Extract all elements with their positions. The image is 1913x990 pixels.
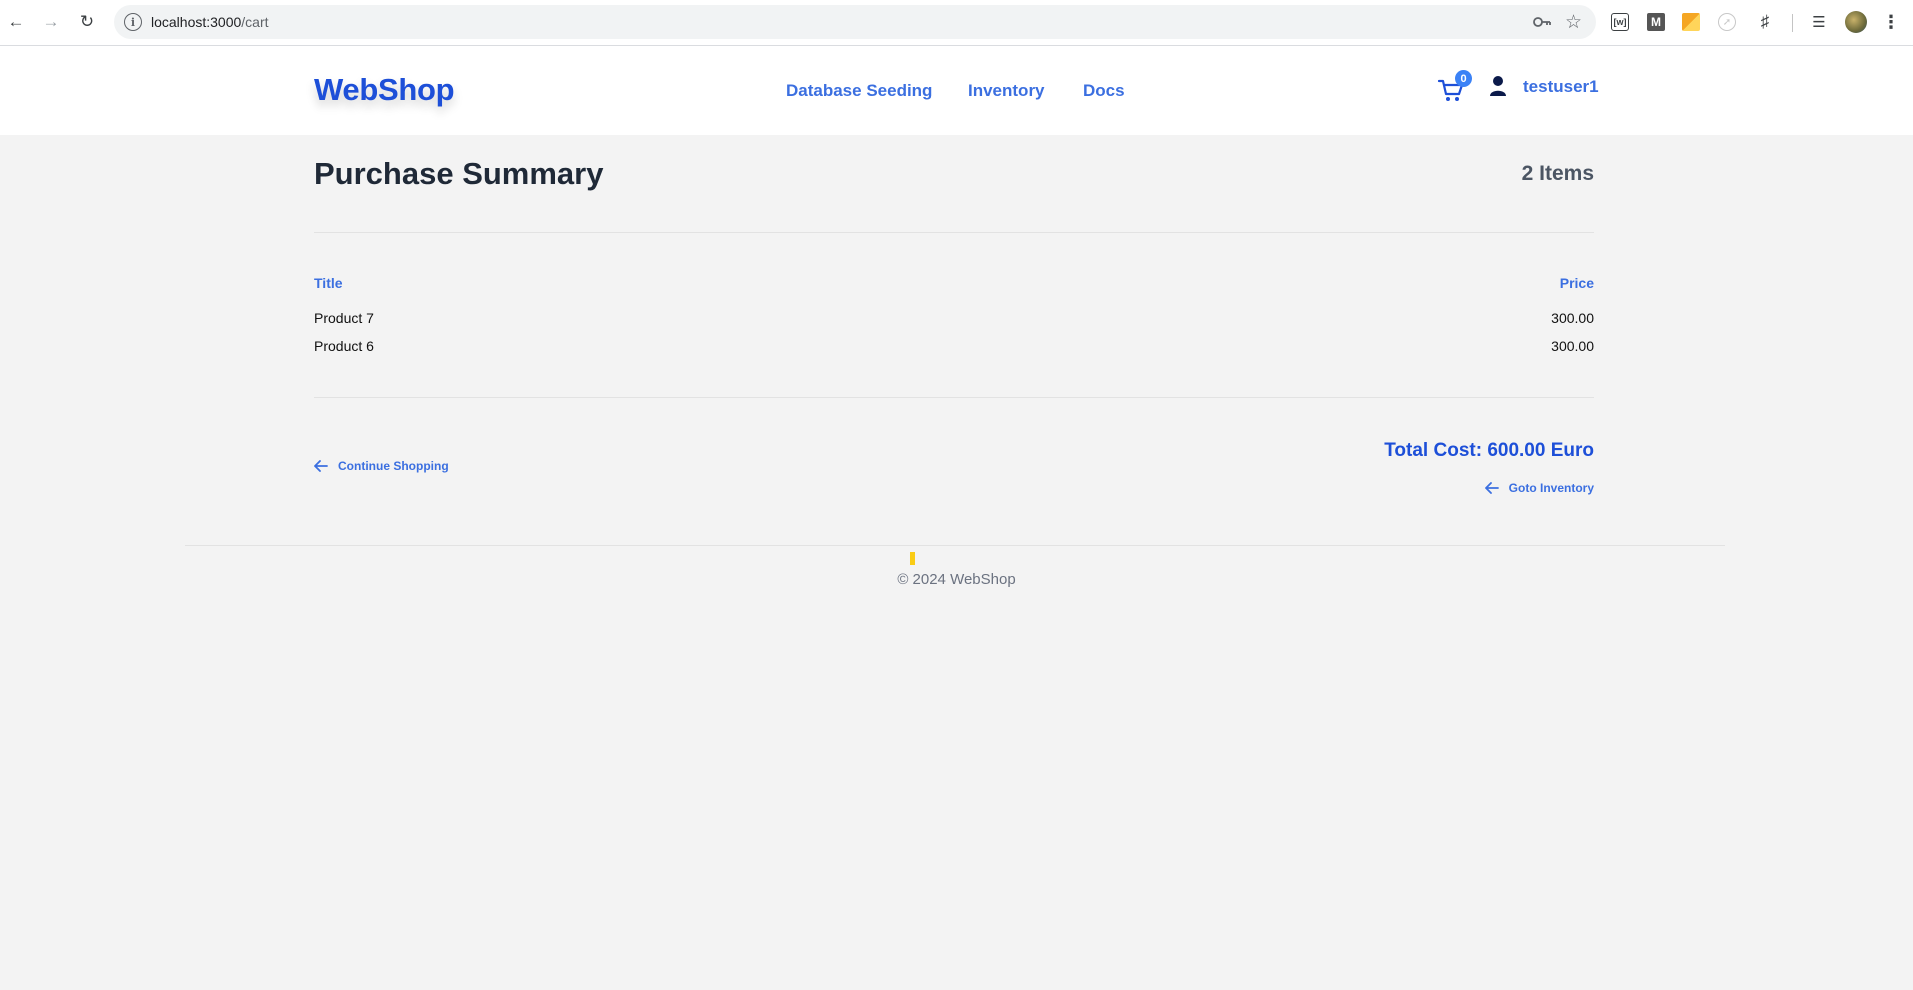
- row-title: Product 7: [314, 310, 374, 326]
- arrow-left-icon: [1484, 482, 1499, 494]
- total-cost: Total Cost: 600.00 Euro: [1384, 440, 1594, 461]
- site-header: WebShop Database Seeding Inventory Docs …: [0, 46, 1913, 135]
- cart-count-badge: 0: [1455, 70, 1472, 87]
- table-row: Product 6 300.00: [314, 338, 1594, 358]
- extension-compass-icon[interactable]: ➚: [1718, 13, 1736, 31]
- item-count: 2 Items: [1521, 162, 1594, 185]
- row-price: 300.00: [1551, 310, 1594, 326]
- row-title: Product 6: [314, 338, 374, 354]
- forward-icon[interactable]: →: [40, 11, 62, 33]
- row-price: 300.00: [1551, 338, 1594, 354]
- extension-w-icon[interactable]: [w]: [1611, 13, 1629, 31]
- url-host: localhost:3000: [151, 14, 242, 30]
- extensions-puzzle-icon[interactable]: ♯: [1754, 11, 1776, 33]
- site-info-icon[interactable]: i: [124, 13, 142, 31]
- profile-avatar[interactable]: [1845, 11, 1867, 33]
- column-header-price: Price: [1559, 275, 1594, 291]
- browser-toolbar: ← → ↻ i localhost:3000/cart ☆ [w] M ➚ ♯ …: [0, 0, 1913, 46]
- footer-marker: [910, 552, 915, 565]
- footer-divider: [185, 545, 1725, 546]
- divider: [314, 232, 1594, 233]
- footer-copyright: © 2024 WebShop: [897, 571, 1016, 588]
- continue-shopping-label: Continue Shopping: [338, 459, 449, 473]
- bookmark-star-icon[interactable]: ☆: [1565, 11, 1582, 34]
- username-link[interactable]: testuser1: [1523, 77, 1599, 97]
- table-row: Product 7 300.00: [314, 310, 1594, 330]
- goto-inventory-link[interactable]: Goto Inventory: [1484, 481, 1594, 495]
- user-icon[interactable]: [1489, 75, 1507, 97]
- password-key-icon[interactable]: [1532, 13, 1552, 31]
- url-path: /cart: [241, 14, 269, 30]
- nav-docs[interactable]: Docs: [1083, 81, 1125, 101]
- divider: [314, 397, 1594, 398]
- nav-inventory[interactable]: Inventory: [968, 81, 1045, 101]
- goto-inventory-label: Goto Inventory: [1508, 481, 1594, 495]
- media-control-icon[interactable]: ☰: [1808, 11, 1830, 33]
- back-icon[interactable]: ←: [5, 11, 27, 33]
- reload-icon[interactable]: ↻: [76, 11, 98, 33]
- browser-menu-icon[interactable]: ⋮: [1880, 11, 1902, 33]
- address-url[interactable]: localhost:3000/cart: [151, 14, 269, 30]
- page-title: Purchase Summary: [314, 156, 604, 191]
- address-bar[interactable]: i localhost:3000/cart ☆: [114, 5, 1596, 39]
- brand-logo[interactable]: WebShop: [314, 72, 455, 108]
- nav-database-seeding[interactable]: Database Seeding: [786, 81, 932, 101]
- column-header-title: Title: [314, 275, 343, 291]
- extension-pen-icon[interactable]: [1682, 13, 1700, 31]
- toolbar-separator: [1792, 14, 1793, 32]
- extension-m-icon[interactable]: M: [1647, 13, 1665, 31]
- arrow-left-icon: [314, 460, 328, 472]
- continue-shopping-link[interactable]: Continue Shopping: [314, 459, 449, 473]
